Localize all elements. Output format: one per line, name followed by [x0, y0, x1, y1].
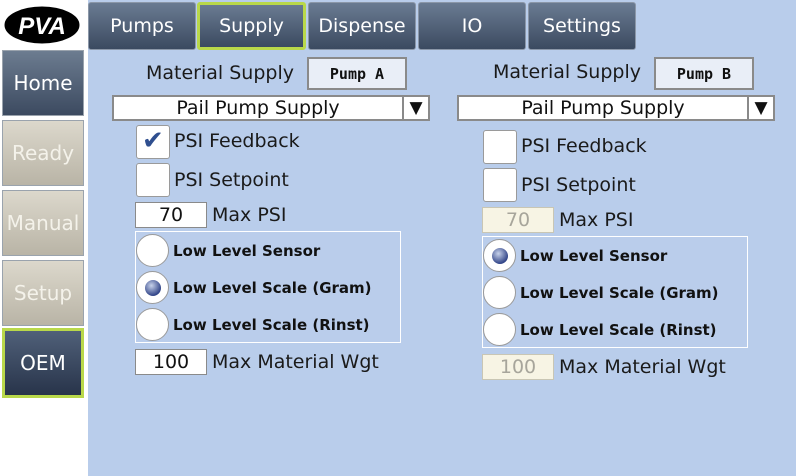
tab-dispense[interactable]: Dispense — [308, 2, 416, 50]
psi-setpoint-checkbox-b[interactable] — [483, 168, 517, 202]
radio-low-level-scale-rinst-b[interactable] — [483, 313, 516, 346]
psi-feedback-checkbox-a[interactable]: ✔ — [136, 125, 170, 159]
max-material-wgt-input-a[interactable]: 100 — [135, 349, 207, 375]
psi-setpoint-label-b: PSI Setpoint — [521, 174, 636, 196]
psi-setpoint-checkbox-a[interactable] — [136, 163, 170, 197]
sidebar-item-label: Home — [13, 71, 73, 95]
tab-label: Dispense — [318, 15, 406, 37]
tab-supply[interactable]: Supply — [197, 2, 306, 50]
pump-name-field-b[interactable]: Pump B — [654, 57, 754, 90]
tab-label: Supply — [219, 15, 284, 37]
supply-type-dropdown-b[interactable]: Pail Pump Supply ▼ — [457, 95, 775, 121]
max-material-wgt-label-b: Max Material Wgt — [559, 356, 726, 378]
radio-label: Low Level Scale (Rinst) — [520, 321, 717, 339]
sidebar-item-label: Setup — [13, 281, 73, 305]
logo-text: PVA — [18, 13, 66, 40]
radio-label: Low Level Sensor — [173, 242, 321, 260]
max-psi-input-b[interactable]: 70 — [482, 207, 554, 233]
radio-low-level-sensor-a[interactable] — [136, 234, 169, 267]
sidebar-item-label: Ready — [11, 141, 75, 165]
pump-name-field-a[interactable]: Pump A — [307, 57, 407, 90]
psi-feedback-label-b: PSI Feedback — [521, 135, 647, 157]
pva-logo: PVA — [4, 6, 80, 44]
psi-feedback-label-a: PSI Feedback — [174, 130, 300, 152]
radio-low-level-scale-rinst-a[interactable] — [136, 308, 169, 341]
sidebar-oem-button[interactable]: OEM — [2, 328, 84, 398]
material-supply-label-b: Material Supply — [493, 61, 641, 83]
checkmark-icon: ✔ — [142, 126, 164, 156]
sidebar-home-button[interactable]: Home — [2, 50, 84, 116]
psi-feedback-checkbox-b[interactable] — [483, 130, 517, 164]
tab-io[interactable]: IO — [418, 2, 526, 50]
supply-type-value: Pail Pump Supply — [176, 97, 340, 119]
chevron-down-icon: ▼ — [402, 97, 428, 119]
max-material-wgt-input-b[interactable]: 100 — [482, 354, 554, 380]
radio-low-level-sensor-b[interactable] — [483, 239, 516, 272]
radio-label: Low Level Scale (Gram) — [173, 279, 372, 297]
chevron-down-icon: ▼ — [747, 97, 773, 119]
tab-pumps[interactable]: Pumps — [88, 2, 196, 50]
max-psi-label-b: Max PSI — [559, 209, 634, 231]
max-psi-input-a[interactable]: 70 — [135, 202, 207, 228]
sidebar-setup-button[interactable]: Setup — [2, 260, 84, 326]
radio-label: Low Level Sensor — [520, 247, 668, 265]
radio-low-level-scale-gram-b[interactable] — [483, 276, 516, 309]
psi-setpoint-label-a: PSI Setpoint — [174, 169, 289, 191]
sidebar-item-label: Manual — [6, 211, 80, 235]
sidebar-ready-button[interactable]: Ready — [2, 120, 84, 186]
sidebar-manual-button[interactable]: Manual — [2, 190, 84, 256]
max-material-wgt-label-a: Max Material Wgt — [212, 351, 379, 373]
material-supply-label-a: Material Supply — [146, 62, 294, 84]
supply-type-dropdown-a[interactable]: Pail Pump Supply ▼ — [112, 95, 430, 121]
tab-label: IO — [461, 15, 483, 37]
radio-label: Low Level Scale (Gram) — [520, 284, 719, 302]
supply-type-value: Pail Pump Supply — [521, 97, 685, 119]
tab-label: Settings — [543, 15, 621, 37]
radio-low-level-scale-gram-a[interactable] — [136, 271, 169, 304]
sidebar-item-label: OEM — [20, 351, 66, 375]
max-psi-label-a: Max PSI — [212, 204, 287, 226]
radio-label: Low Level Scale (Rinst) — [173, 316, 370, 334]
tab-settings[interactable]: Settings — [528, 2, 636, 50]
tab-label: Pumps — [110, 15, 174, 37]
